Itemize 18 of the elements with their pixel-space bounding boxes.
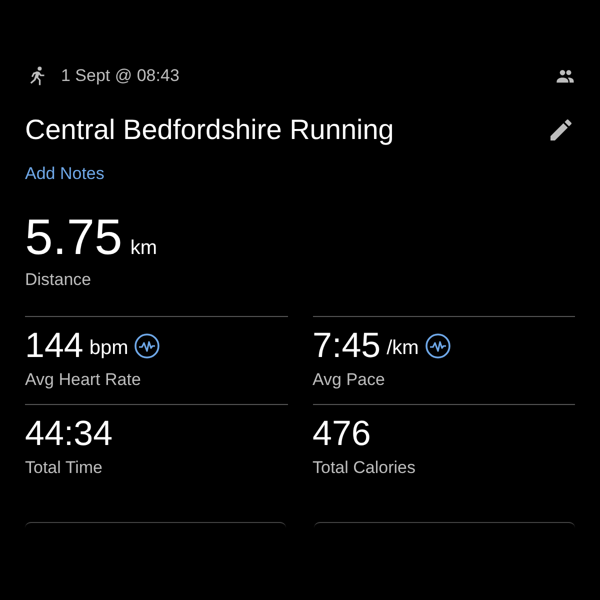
stat-value: 476 [312, 415, 371, 454]
add-notes-link[interactable]: Add Notes [25, 164, 104, 184]
stat-label: Avg Pace [312, 370, 386, 390]
stat-value: 7:45 [312, 327, 381, 366]
stat-label: Avg Heart Rate [25, 370, 142, 390]
chart-icon[interactable] [134, 333, 160, 360]
activity-title: Central Bedfordshire Running [25, 114, 394, 146]
distance-label: Distance [25, 270, 92, 290]
stat-unit: /km [386, 336, 419, 360]
chart-icon[interactable] [424, 333, 451, 360]
activity-date: 1 Sept @ 08:43 [61, 66, 180, 86]
distance-value: 5.75 [25, 212, 122, 262]
stat-value: 44:34 [25, 415, 113, 454]
stat-label: Total Time [25, 458, 104, 478]
stat-value: 144 [25, 327, 84, 366]
distance-unit: km [130, 237, 157, 260]
stat-unit: bpm [89, 336, 128, 360]
stat-label: Total Calories [312, 458, 416, 478]
